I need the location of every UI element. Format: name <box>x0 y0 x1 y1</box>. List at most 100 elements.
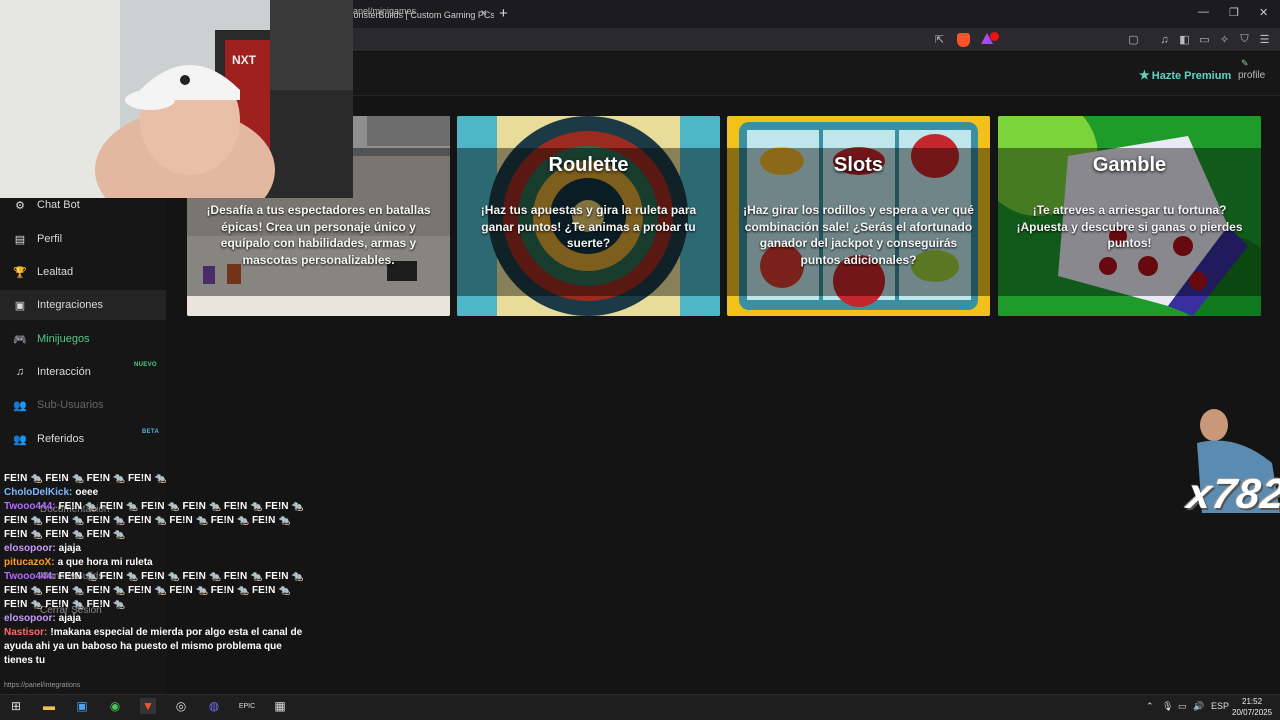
media-icon[interactable]: ♫ <box>1157 32 1172 47</box>
wallet-icon[interactable]: ▭ <box>1197 32 1212 47</box>
sidebar-item-label: Integraciones <box>37 299 104 311</box>
webcam-overlay: NXT <box>0 0 353 198</box>
sidebar-item-label: Lealtad <box>37 266 74 278</box>
game-card-gamble[interactable]: Gamble ¡Te atreves a arriesgar tu fortun… <box>998 116 1261 316</box>
sidebar-item-sub-usuarios[interactable]: 👥 Sub-Usuarios <box>0 390 166 420</box>
card-description: ¡Haz girar los rodillos y espera a ver q… <box>743 203 974 267</box>
profile-card-icon: ▤ <box>14 233 26 246</box>
card-title: Roulette <box>548 154 629 176</box>
obs-icon[interactable]: ◎ <box>173 698 189 714</box>
card-title: Slots <box>834 154 883 176</box>
chat-username: pitucazoX: <box>4 557 55 568</box>
pencil-icon[interactable]: ✎ <box>1241 58 1249 69</box>
tab-close-icon[interactable]: ✕ <box>480 8 488 19</box>
chat-message: elosopoor: ajaja <box>4 542 304 556</box>
chat-bot-icon: ⚙ <box>15 199 25 212</box>
game-card-roulette[interactable]: Roulette ¡Haz tus apuestas y gira la rul… <box>457 116 720 316</box>
vpn-icon[interactable]: ⛉ <box>1237 32 1252 47</box>
sidebar-badge: BETA <box>142 429 160 435</box>
epic-games-icon[interactable]: EPIC <box>239 698 255 714</box>
game-card-slots[interactable]: Slots ¡Haz girar los rodillos y espera a… <box>727 116 990 316</box>
clock[interactable]: 21:52 20/07/2025 <box>1232 696 1272 718</box>
chat-username: elosopoor: <box>4 543 56 554</box>
premium-button[interactable]: ★ Hazte Premium <box>1139 68 1231 82</box>
share-icon[interactable]: ⇱ <box>932 32 947 47</box>
sidebar-item-minijuegos[interactable]: 🎮 Minijuegos <box>0 324 166 354</box>
sidebar-item-interacci-n[interactable]: ♫ Interacción NUEVO <box>0 357 166 387</box>
premium-label: Hazte Premium <box>1151 70 1232 82</box>
chat-message: elosopoor: ajaja <box>4 612 304 626</box>
chat-text: ajaja <box>58 543 81 554</box>
brave-taskbar-icon[interactable]: ▼ <box>140 698 156 714</box>
menu-icon[interactable]: ☰ <box>1257 32 1272 47</box>
restore-button[interactable]: ❐ <box>1229 6 1239 19</box>
chat-text: oeee <box>75 487 99 498</box>
chat-username: Twooo444: <box>4 571 56 582</box>
brave-rewards-icon[interactable] <box>981 32 999 47</box>
sidebar-badge: NUEVO <box>134 362 157 368</box>
sidebar-item-label: Chat Bot <box>37 199 80 211</box>
taskbar <box>0 694 1280 720</box>
sidebar-toggle-icon[interactable]: ◧ <box>1177 32 1192 47</box>
sidebar-item-label: Minijuegos <box>37 333 90 345</box>
app-icon[interactable]: ◍ <box>206 698 222 714</box>
network-icon[interactable]: ▭ <box>1178 701 1187 712</box>
svg-text:NXT: NXT <box>232 53 257 67</box>
chat-text: !makana especial de mierda por algo esta… <box>4 627 303 666</box>
chat-message: Nastisor: !makana especial de mierda por … <box>4 626 304 668</box>
tray-chevron-icon[interactable]: ⌃ <box>1146 701 1154 712</box>
minimize-button[interactable]: — <box>1198 6 1209 18</box>
trophy-icon: 🏆 <box>13 266 27 279</box>
integrations-icon: ▣ <box>14 299 26 312</box>
screen: ★ Hazte Premium ✎ profile ⚙ Chat Bot ▤ Perfi… <box>0 0 1280 720</box>
chat-message: CholoDelKick: oeee <box>4 486 304 500</box>
calculator-icon[interactable]: ▦ <box>272 698 288 714</box>
new-tab-button[interactable]: + <box>499 5 508 22</box>
chat-username: Nastisor: <box>4 627 48 638</box>
card-description: ¡Te atreves a arriesgar tu fortuna? ¡Apu… <box>1016 203 1243 250</box>
clock-date: 20/07/2025 <box>1232 708 1273 717</box>
multiplier-overlay: x782 <box>1184 470 1280 517</box>
close-window-button[interactable]: ✕ <box>1259 6 1268 19</box>
chat-text: ajaja <box>58 613 81 624</box>
leo-ai-icon[interactable]: ✧ <box>1217 32 1232 47</box>
gamepad-icon: 🎮 <box>13 333 27 346</box>
sidebar-item-label: Referidos <box>37 433 85 445</box>
status-url: https://panel/integrations <box>4 682 81 689</box>
volume-icon[interactable]: 🔊 <box>1193 701 1204 712</box>
chat-text: FE!N 🐀 FE!N 🐀 FE!N 🐀 FE!N 🐀 <box>4 473 167 484</box>
clock-time: 21:52 <box>1242 697 1263 706</box>
chrome-icon[interactable]: ◉ <box>107 698 123 714</box>
microphone-icon[interactable]: 🎙 <box>1162 701 1173 712</box>
chat-username: Twooo444: <box>4 501 56 512</box>
sidebar-item-label: Perfil <box>37 233 63 245</box>
card-title: Gamble <box>1092 154 1167 176</box>
chat-message: Twooo444: FE!N 🐀 FE!N 🐀 FE!N 🐀 FE!N 🐀 FE!… <box>4 500 304 542</box>
windows-start-icon[interactable]: ⊞ <box>8 698 24 714</box>
url-text[interactable]: anel/minigames <box>353 6 416 16</box>
music-note-icon: ♫ <box>15 366 25 378</box>
sidebar-item-label: Interacción <box>37 366 91 378</box>
file-explorer-icon[interactable]: ▬ <box>41 698 57 714</box>
chat-message: pitucazoX: a que hora mi ruleta <box>4 556 304 570</box>
chat-message: Twooo444: FE!N 🐀 FE!N 🐀 FE!N 🐀 FE!N 🐀 FE!… <box>4 570 304 612</box>
card-description: ¡Haz tus apuestas y gira la ruleta para … <box>480 203 697 250</box>
language-indicator[interactable]: ESP <box>1211 701 1229 711</box>
chat-message: FE!N 🐀 FE!N 🐀 FE!N 🐀 FE!N 🐀 <box>4 472 304 486</box>
sidebar-item-integraciones[interactable]: ▣ Integraciones <box>0 290 166 320</box>
screenshot-icon[interactable]: ▢ <box>1126 32 1141 47</box>
referral-icon: 👥 <box>13 433 27 446</box>
profile-link[interactable]: profile <box>1238 70 1265 81</box>
sidebar-item-lealtad[interactable]: 🏆 Lealtad <box>0 257 166 287</box>
store-icon[interactable]: ▣ <box>74 698 90 714</box>
chat-text: a que hora mi ruleta <box>57 557 153 568</box>
sidebar-item-referidos[interactable]: 👥 Referidos BETA <box>0 424 166 454</box>
sidebar-item-perfil[interactable]: ▤ Perfil <box>0 224 166 254</box>
chat-overlay: FE!N 🐀 FE!N 🐀 FE!N 🐀 FE!N 🐀 CholoDelKick:… <box>4 472 304 668</box>
card-description: ¡Desafía a tus espectadores en batallas … <box>206 203 431 267</box>
brave-shield-icon[interactable] <box>957 33 970 47</box>
users-icon: 👥 <box>13 399 27 412</box>
chat-username: elosopoor: <box>4 613 56 624</box>
chat-username: CholoDelKick: <box>4 487 73 498</box>
sidebar-item-label: Sub-Usuarios <box>37 399 104 411</box>
